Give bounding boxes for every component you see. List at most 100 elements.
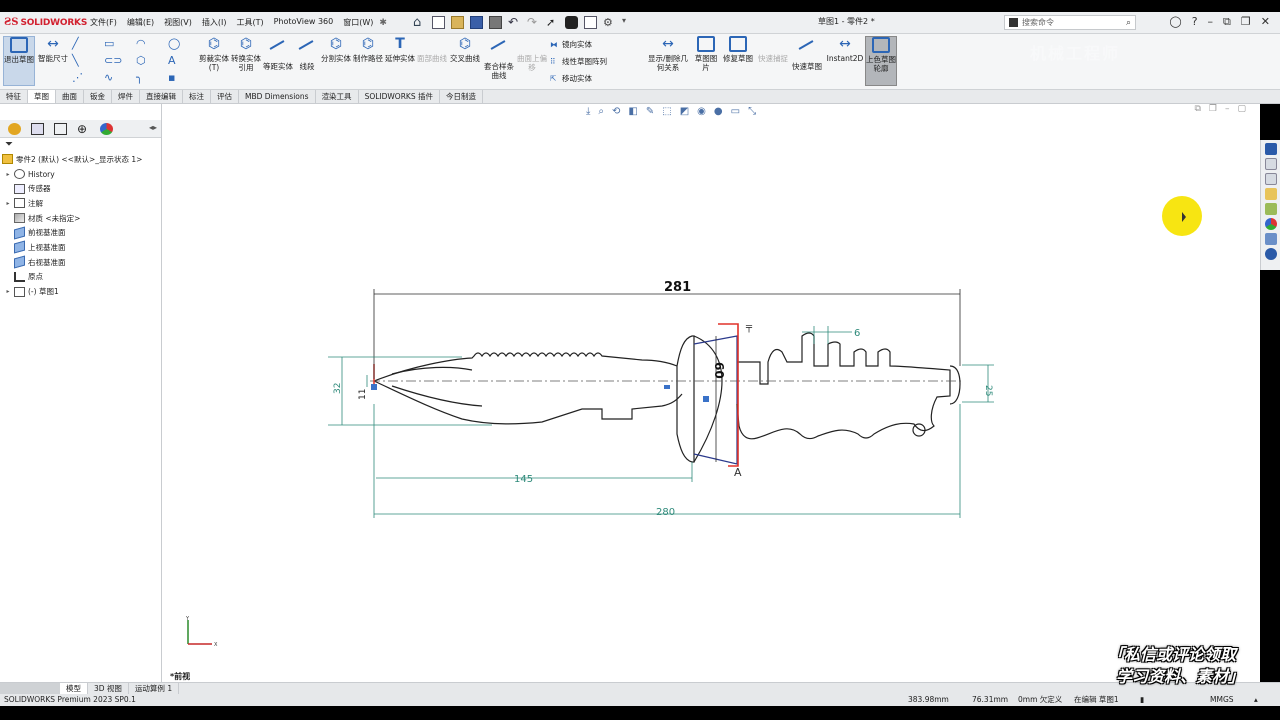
- select-icon[interactable]: [546, 16, 559, 29]
- tab-sheet-metal[interactable]: 钣金: [84, 90, 112, 103]
- close-icon[interactable]: ✕: [1261, 15, 1270, 29]
- rapid-sketch-button[interactable]: 快速草图: [792, 36, 822, 71]
- menu-photoview[interactable]: PhotoView 360: [274, 17, 334, 28]
- rebuild-icon[interactable]: [564, 16, 578, 29]
- save-icon[interactable]: [469, 16, 483, 29]
- file-explorer-icon[interactable]: [1264, 173, 1277, 185]
- feature-manager-tab-icon[interactable]: [8, 122, 21, 135]
- restore-icon[interactable]: ❐: [1241, 15, 1251, 29]
- line-icon[interactable]: ╱: [72, 36, 100, 53]
- solidworks-logo[interactable]: ƧS SOLIDWORKS: [0, 17, 90, 28]
- tab-motion-study[interactable]: 运动算例 1: [129, 683, 180, 694]
- tab-direct-editing[interactable]: 直接编辑: [140, 90, 183, 103]
- shaded-sketch-contours-button[interactable]: 上色草图轮廓: [865, 36, 897, 86]
- tab-sketch[interactable]: 草图: [28, 90, 56, 103]
- menu-window[interactable]: 窗口(W): [343, 17, 373, 28]
- dim-blade-length[interactable]: 145: [514, 474, 533, 485]
- tab-weldments[interactable]: 焊件: [112, 90, 140, 103]
- tab-features[interactable]: 特征: [0, 90, 28, 103]
- intersection-curve-button[interactable]: 交叉曲线: [448, 36, 482, 63]
- menu-file[interactable]: 文件(F): [90, 17, 117, 28]
- tree-item-front-plane[interactable]: 前视基准面: [0, 225, 161, 240]
- tree-item-sensors[interactable]: 传感器: [0, 181, 161, 196]
- tree-root-part[interactable]: 零件2 (默认) <<默认>_显示状态 1>: [0, 152, 161, 167]
- dimension-32[interactable]: [328, 356, 492, 426]
- filter-icon[interactable]: ⏷: [0, 138, 161, 152]
- search-commands-box[interactable]: 搜索命令 ⌕: [1004, 15, 1136, 30]
- tree-item-right-plane[interactable]: 右视基准面: [0, 255, 161, 270]
- rectangle-icon[interactable]: ▭: [104, 36, 132, 53]
- search-icon[interactable]: ⌕: [1126, 18, 1131, 28]
- move-entities-button[interactable]: ⇱ 移动实体: [550, 70, 607, 87]
- text-icon[interactable]: A: [168, 53, 196, 70]
- split-entities-button[interactable]: 分割实体: [320, 36, 352, 63]
- convert-entities-button[interactable]: 转换实体引用: [230, 36, 262, 72]
- repair-sketch-button[interactable]: 修复草图: [722, 36, 754, 63]
- tree-item-history[interactable]: ▸ History: [0, 167, 161, 182]
- menu-tools[interactable]: 工具(T): [236, 17, 263, 28]
- expand-arrow-icon[interactable]: ▸: [4, 288, 12, 295]
- tab-3d-views[interactable]: 3D 视图: [88, 683, 129, 694]
- open-icon[interactable]: [450, 16, 464, 29]
- trim-button[interactable]: 剪裁实体(T): [198, 36, 230, 72]
- status-units[interactable]: MMGS: [1210, 694, 1234, 706]
- dim-groove-width[interactable]: 6: [854, 328, 860, 339]
- arc-icon[interactable]: ◠: [136, 36, 164, 53]
- sketch-picture-button[interactable]: 草图图片: [692, 36, 720, 72]
- centerline-icon[interactable]: ╲: [72, 53, 100, 70]
- configuration-manager-tab-icon[interactable]: [54, 122, 67, 135]
- dim-height-left[interactable]: 32: [333, 383, 343, 394]
- extend-entities-button[interactable]: 延伸实体: [384, 36, 416, 63]
- folder-icon[interactable]: [1264, 188, 1277, 200]
- tab-mbd-dimensions[interactable]: MBD Dimensions: [239, 90, 316, 103]
- plane-icon[interactable]: ▪: [168, 70, 196, 87]
- dim-guard-height[interactable]: 60: [712, 362, 726, 379]
- custom-properties-icon[interactable]: [1264, 233, 1277, 245]
- community-forum-icon[interactable]: [1264, 248, 1277, 260]
- tab-model[interactable]: 模型: [60, 683, 88, 694]
- sketch-drawing[interactable]: A ╤ 281 280 145 32 11 60 25 6: [162, 104, 1260, 682]
- pin-icon[interactable]: ✱: [379, 18, 387, 28]
- user-icon[interactable]: ◯: [1169, 15, 1181, 29]
- tab-evaluate[interactable]: 评估: [211, 90, 239, 103]
- fit-spline-button[interactable]: 套合样条曲线: [482, 36, 516, 80]
- midpoint-marker[interactable]: [664, 385, 670, 389]
- tile-icon[interactable]: ⧉: [1223, 15, 1231, 29]
- fillet-icon[interactable]: ╮: [136, 70, 164, 87]
- dim-overall-bottom[interactable]: 280: [656, 507, 675, 518]
- undo-icon[interactable]: [508, 16, 521, 29]
- tip-point[interactable]: [371, 384, 377, 390]
- circle-icon[interactable]: ◯: [168, 36, 196, 53]
- dimxpert-tab-icon[interactable]: [77, 123, 90, 135]
- panel-scroll-arrows-icon[interactable]: ◂▸: [149, 123, 157, 135]
- view-palette-icon[interactable]: [1264, 203, 1277, 215]
- exit-sketch-button[interactable]: 退出草图: [3, 36, 35, 86]
- options-gear-icon[interactable]: [603, 16, 616, 29]
- appearances-icon[interactable]: [1264, 218, 1277, 230]
- quick-snaps-button[interactable]: 快速捕捉: [758, 36, 788, 63]
- tab-scroll-arrows-icon[interactable]: [0, 683, 60, 694]
- design-library-icon[interactable]: [1264, 158, 1277, 170]
- property-manager-tab-icon[interactable]: [31, 122, 44, 135]
- expand-arrow-icon[interactable]: ▸: [4, 200, 12, 207]
- dimension-6[interactable]: [802, 326, 852, 344]
- tab-addins[interactable]: SOLIDWORKS 插件: [359, 90, 440, 103]
- redo-icon[interactable]: [527, 16, 540, 29]
- units-dropdown-icon[interactable]: ▴: [1254, 694, 1258, 706]
- point-icon[interactable]: ⋰: [72, 70, 100, 87]
- slot-icon[interactable]: ⊂⊃: [104, 53, 132, 70]
- solidworks-resources-icon[interactable]: [1264, 143, 1277, 155]
- menu-insert[interactable]: 插入(I): [202, 17, 227, 28]
- tab-render-tools[interactable]: 渲染工具: [316, 90, 359, 103]
- dimension-280[interactable]: [373, 404, 961, 518]
- make-path-button[interactable]: 制作路径: [352, 36, 384, 63]
- expand-arrow-icon[interactable]: ▸: [4, 171, 12, 178]
- mirror-entities-button[interactable]: ⧓ 镜向实体: [550, 36, 607, 53]
- dimension-145[interactable]: [376, 462, 693, 482]
- menu-view[interactable]: 视图(V): [164, 17, 192, 28]
- menu-edit[interactable]: 编辑(E): [127, 17, 154, 28]
- polygon-icon[interactable]: ⬡: [136, 53, 164, 70]
- minimize-icon[interactable]: –: [1208, 15, 1214, 29]
- linear-pattern-button[interactable]: ⠿ 线性草图阵列: [550, 53, 607, 70]
- tab-surfaces[interactable]: 曲面: [56, 90, 84, 103]
